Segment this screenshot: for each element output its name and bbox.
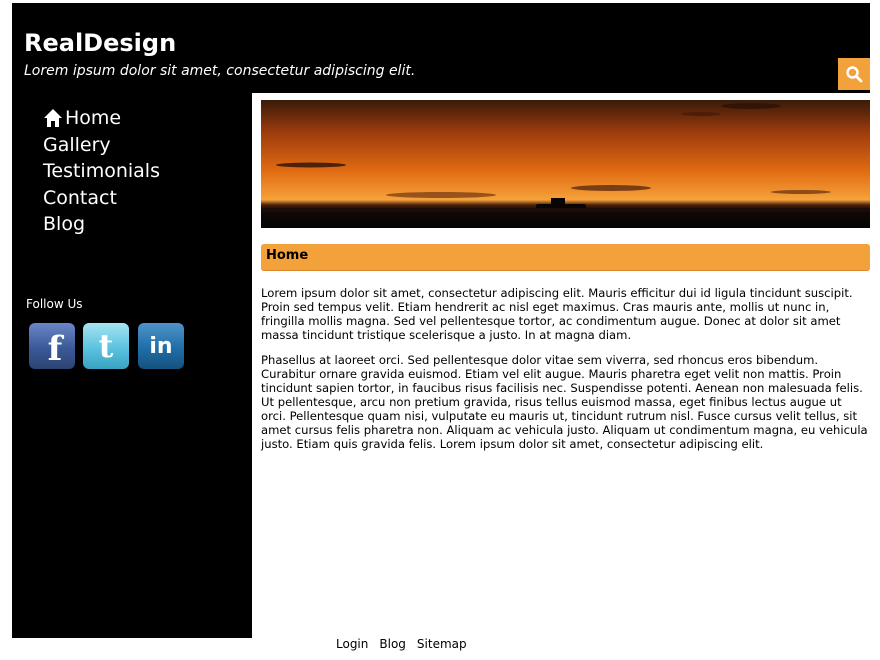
main-nav: Home Gallery Testimonials Contact Blog	[43, 105, 160, 238]
footer-link-sitemap[interactable]: Sitemap	[417, 637, 467, 651]
content-paragraph: Lorem ipsum dolor sit amet, consectetur …	[261, 286, 853, 342]
sidebar: Home Gallery Testimonials Contact Blog F…	[12, 93, 252, 638]
page-title: Home	[266, 248, 309, 263]
site-tagline: Lorem ipsum dolor sit amet, consectetur …	[24, 63, 416, 79]
footer-link-login[interactable]: Login	[336, 637, 368, 651]
site-header: RealDesign Lorem ipsum dolor sit amet, c…	[12, 3, 870, 93]
linkedin-icon[interactable]: in	[138, 323, 184, 369]
content-paragraph: Phasellus at laoreet orci. Sed pellentes…	[261, 353, 868, 451]
nav-item-label: Home	[65, 107, 122, 129]
nav-item-blog[interactable]: Blog	[43, 211, 160, 238]
twitter-glyph: t	[98, 327, 114, 365]
nav-item-gallery[interactable]: Gallery	[43, 132, 160, 159]
footer-links: Login Blog Sitemap	[336, 637, 467, 651]
nav-item-home[interactable]: Home	[43, 105, 160, 132]
nav-item-label: Blog	[43, 213, 85, 235]
twitter-icon[interactable]: t	[83, 323, 129, 369]
search-button[interactable]	[838, 58, 870, 90]
facebook-glyph: f	[47, 329, 63, 369]
site-title[interactable]: RealDesign	[24, 29, 176, 57]
section-header: Home	[261, 244, 870, 271]
page: RealDesign Lorem ipsum dolor sit amet, c…	[12, 3, 870, 638]
footer-link-blog[interactable]: Blog	[379, 637, 406, 651]
nav-item-label: Gallery	[43, 133, 111, 156]
nav-item-testimonials[interactable]: Testimonials	[43, 158, 160, 185]
nav-item-label: Testimonials	[43, 160, 160, 182]
facebook-icon[interactable]: f	[29, 323, 75, 369]
follow-us-label: Follow Us	[26, 297, 83, 311]
sunset-banner	[261, 100, 870, 228]
nav-item-contact[interactable]: Contact	[43, 185, 160, 212]
search-icon	[846, 66, 863, 83]
nav-item-label: Contact	[43, 186, 117, 209]
linkedin-glyph: in	[149, 333, 173, 359]
home-icon	[44, 109, 62, 128]
